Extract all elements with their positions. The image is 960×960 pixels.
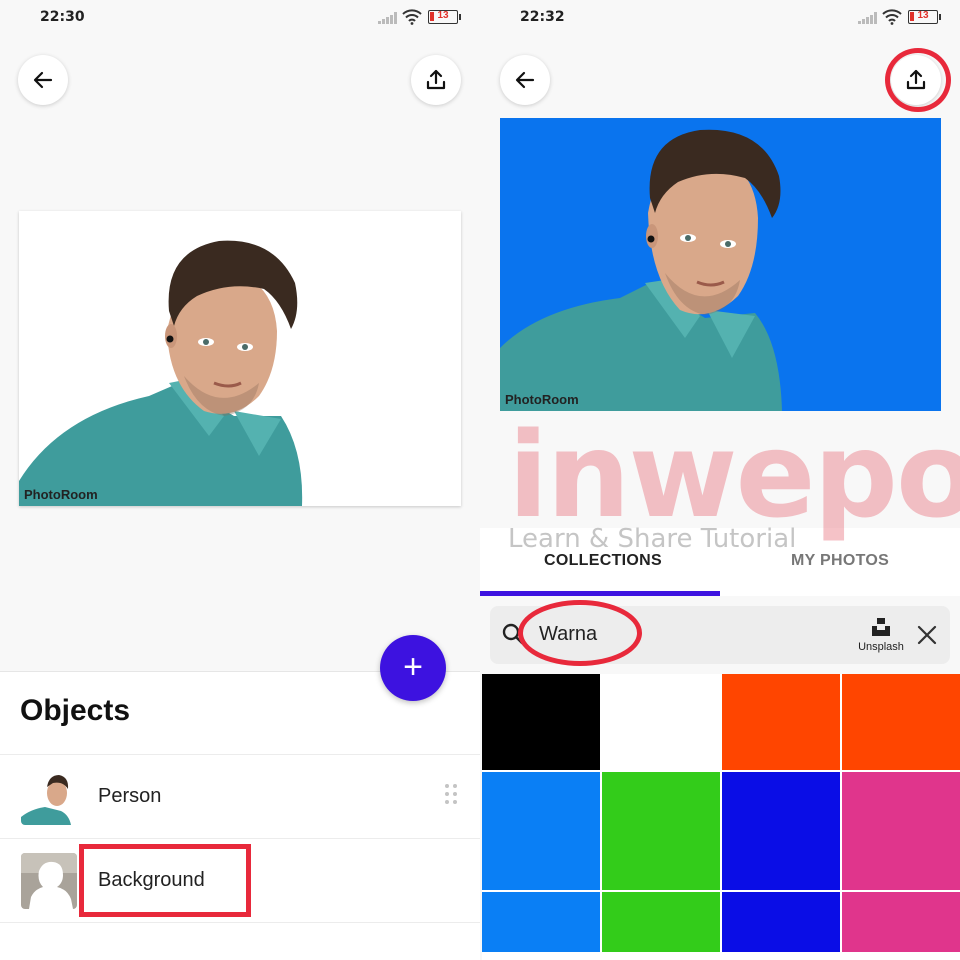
color-swatch[interactable] bbox=[482, 772, 600, 890]
left-screen: 22:30 13 PhotoRoom + Objects Person Back… bbox=[0, 0, 480, 960]
close-icon[interactable] bbox=[916, 624, 938, 646]
status-bar: 22:30 13 bbox=[0, 0, 480, 36]
wifi-icon bbox=[882, 9, 902, 25]
drag-handle-icon[interactable] bbox=[444, 783, 458, 805]
arrow-left-icon bbox=[33, 71, 53, 89]
plus-icon: + bbox=[403, 647, 423, 686]
unsplash-logo: Unsplash bbox=[848, 616, 914, 656]
status-time: 22:30 bbox=[40, 9, 85, 25]
color-swatch[interactable] bbox=[842, 772, 960, 890]
status-time: 22:32 bbox=[520, 9, 565, 25]
upload-icon bbox=[426, 69, 446, 90]
signal-icon bbox=[858, 12, 877, 24]
color-swatch[interactable] bbox=[842, 674, 960, 770]
photoroom-watermark: PhotoRoom bbox=[505, 392, 579, 407]
color-swatch[interactable] bbox=[722, 772, 840, 890]
color-swatch[interactable] bbox=[602, 772, 720, 890]
divider bbox=[0, 922, 480, 923]
color-swatch[interactable] bbox=[842, 892, 960, 952]
tab-indicator bbox=[480, 591, 720, 596]
color-swatch[interactable] bbox=[602, 674, 720, 770]
battery-level: 13 bbox=[437, 10, 449, 21]
signal-icon bbox=[378, 12, 397, 24]
tab-collections[interactable]: COLLECTIONS bbox=[544, 552, 662, 570]
color-swatch[interactable] bbox=[602, 892, 720, 952]
color-swatch[interactable] bbox=[482, 674, 600, 770]
battery-icon: 13 bbox=[428, 10, 461, 24]
person-photo bbox=[500, 129, 782, 411]
person-thumbnail bbox=[21, 769, 77, 825]
battery-level: 13 bbox=[917, 10, 929, 21]
back-button[interactable] bbox=[18, 55, 68, 105]
sheet-title: Objects bbox=[20, 694, 131, 727]
color-swatch-grid bbox=[482, 674, 960, 960]
photo-preview[interactable]: PhotoRoom bbox=[500, 118, 941, 411]
object-row-person[interactable]: Person bbox=[0, 755, 480, 839]
wifi-icon bbox=[402, 9, 422, 25]
status-bar: 22:32 13 bbox=[480, 0, 960, 36]
photoroom-watermark: PhotoRoom bbox=[24, 487, 98, 502]
battery-icon: 13 bbox=[908, 10, 941, 24]
photo-preview[interactable]: PhotoRoom bbox=[19, 211, 461, 506]
background-thumbnail bbox=[21, 853, 77, 909]
back-button[interactable] bbox=[500, 55, 550, 105]
object-label-person: Person bbox=[98, 785, 162, 807]
share-button[interactable] bbox=[411, 55, 461, 105]
right-screen: 22:32 13 PhotoRoom COLLECTIONS MY PHOTOS… bbox=[480, 0, 960, 960]
annotation-circle bbox=[885, 48, 951, 112]
annotation-circle bbox=[518, 600, 642, 666]
unsplash-icon bbox=[872, 618, 890, 636]
background-tabs: COLLECTIONS MY PHOTOS bbox=[480, 528, 960, 596]
arrow-left-icon bbox=[515, 71, 535, 89]
color-swatch[interactable] bbox=[722, 892, 840, 952]
add-object-button[interactable]: + bbox=[380, 635, 446, 701]
color-swatch[interactable] bbox=[482, 892, 600, 952]
unsplash-label: Unsplash bbox=[858, 641, 904, 653]
annotation-box bbox=[79, 844, 251, 917]
color-swatch[interactable] bbox=[722, 674, 840, 770]
tab-my-photos[interactable]: MY PHOTOS bbox=[791, 552, 889, 570]
person-photo bbox=[19, 240, 303, 506]
